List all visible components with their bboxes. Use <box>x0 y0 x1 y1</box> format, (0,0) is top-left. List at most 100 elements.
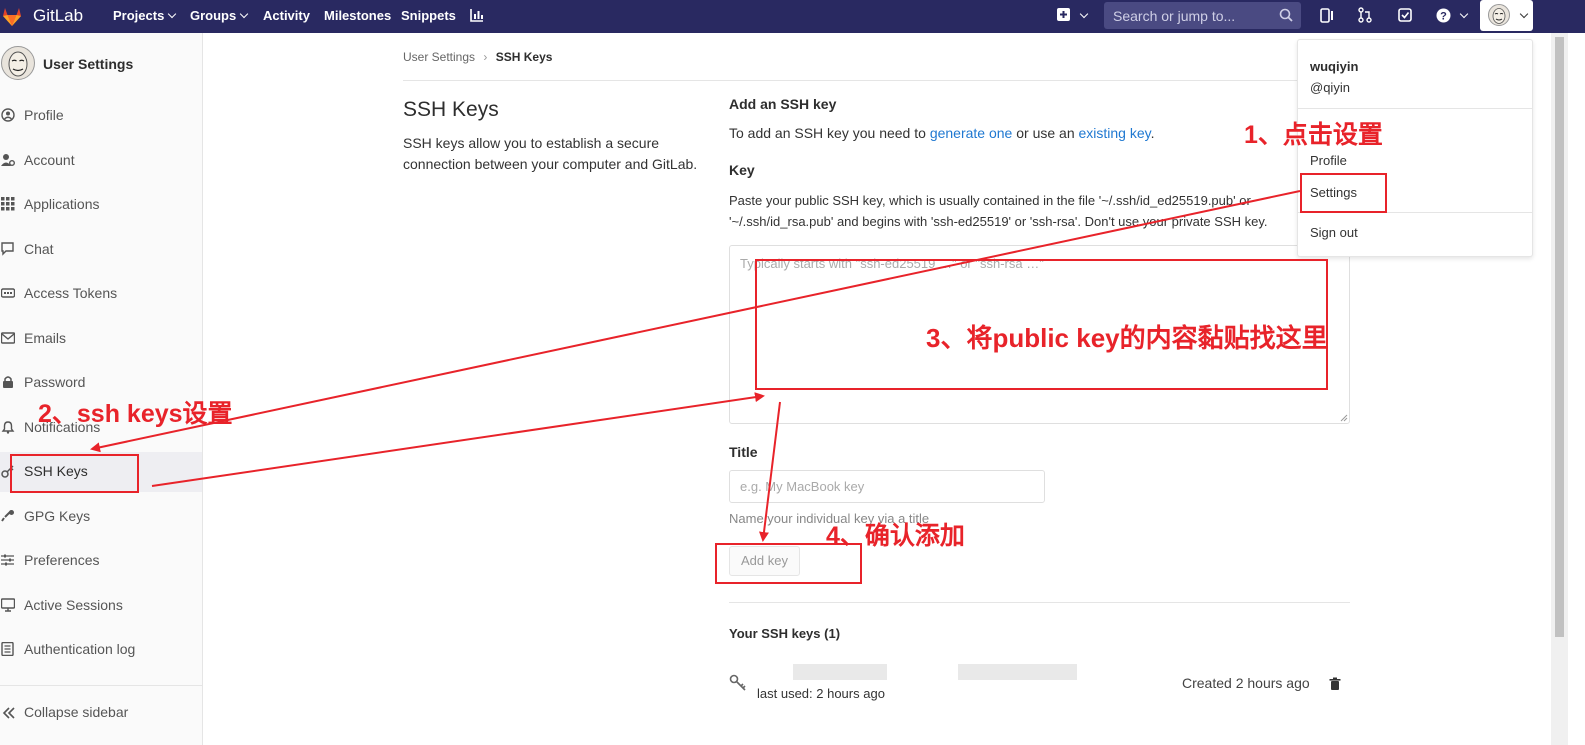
user-circle-icon <box>1 108 15 122</box>
sidebar-item-label: Active Sessions <box>24 597 123 613</box>
page-description: SSH keys allow you to establish a secure… <box>403 135 698 172</box>
chevron-down-icon <box>1519 9 1529 19</box>
page-title: SSH Keys <box>403 98 499 121</box>
sidebar-item-profile[interactable]: Profile <box>0 96 202 136</box>
avatar <box>1 46 35 80</box>
sidebar-item-applications[interactable]: Applications <box>0 185 202 225</box>
annotation-step-2: 2、ssh keys设置 <box>38 400 233 428</box>
sidebar-item-gpg-keys[interactable]: GPG Keys <box>0 497 202 537</box>
top-navbar: GitLab Projects Groups Activity Mileston… <box>0 0 1585 33</box>
key-icon <box>1 510 14 522</box>
breadcrumb: User Settings › SSH Keys <box>403 50 552 64</box>
nav-projects[interactable]: Projects <box>113 8 177 23</box>
grid-icon <box>1 197 15 211</box>
monitor-icon <box>1 598 15 612</box>
log-icon <box>1 642 14 656</box>
token-icon <box>1 288 15 298</box>
add-key-intro: To add an SSH key you need to generate o… <box>729 125 1155 141</box>
breadcrumb-current[interactable]: SSH Keys <box>496 50 553 64</box>
sidebar-item-label: GPG Keys <box>24 508 91 524</box>
collapse-sidebar-button[interactable]: Collapse sidebar <box>0 685 202 745</box>
chat-bubble-icon <box>1 242 14 256</box>
divider <box>403 80 1350 81</box>
search-placeholder: Search or jump to... <box>1113 8 1236 24</box>
add-key-heading: Add an SSH key <box>729 96 837 112</box>
help-icon[interactable]: ? <box>1436 8 1451 23</box>
breadcrumb-separator: › <box>483 50 488 64</box>
sidebar-item-label: Preferences <box>24 552 100 568</box>
brand-name[interactable]: GitLab <box>33 6 83 26</box>
chart-icon[interactable] <box>470 8 484 22</box>
intro-text: . <box>1150 125 1155 141</box>
sidebar-item-authentication-log[interactable]: Authentication log <box>0 630 202 670</box>
gitlab-logo-icon[interactable] <box>0 4 24 28</box>
user-menu-button[interactable] <box>1480 0 1533 31</box>
sidebar-header[interactable]: User Settings <box>0 45 203 85</box>
annotation-box-settings <box>1300 173 1387 213</box>
key-icon <box>729 674 746 691</box>
search-input[interactable]: Search or jump to... <box>1104 2 1301 29</box>
intro-text: To add an SSH key you need to <box>729 125 930 141</box>
chevron-down-icon <box>168 9 177 19</box>
scrollbar-thumb[interactable] <box>1555 37 1564 637</box>
sidebar-item-account[interactable]: Account <box>0 141 202 181</box>
todo-icon[interactable] <box>1398 8 1412 22</box>
settings-sidebar: User Settings Profile Account Applicatio… <box>0 33 203 745</box>
lock-icon <box>3 376 13 388</box>
double-chevron-left-icon <box>2 707 15 719</box>
key-last-used: last used: 2 hours ago <box>757 686 885 701</box>
nav-activity[interactable]: Activity <box>263 8 310 23</box>
annotation-step-1: 1、点击设置 <box>1244 121 1383 149</box>
key-help-text: Paste your public SSH key, which is usua… <box>729 193 1268 229</box>
sidebar-item-label: Access Tokens <box>24 285 118 301</box>
sidebar-item-label: Profile <box>24 107 64 123</box>
merge-request-icon[interactable] <box>1358 7 1372 23</box>
resize-handle-icon[interactable] <box>1340 414 1348 422</box>
trash-icon[interactable] <box>1329 677 1341 691</box>
annotation-step-3: 3、将public key的内容黏贴找这里 <box>926 323 1328 353</box>
search-icon <box>1279 8 1293 22</box>
your-ssh-keys-heading: Your SSH keys (1) <box>729 626 841 641</box>
dropdown-user-name: wuqiyin <box>1310 59 1359 74</box>
sidebar-item-chat[interactable]: Chat <box>0 230 202 270</box>
sidebar-item-label: Authentication log <box>24 641 136 657</box>
issues-icon[interactable] <box>1320 8 1334 24</box>
sidebar-item-label: Chat <box>24 241 54 257</box>
nav-milestones[interactable]: Milestones <box>324 8 391 23</box>
dropdown-item-sign-out[interactable]: Sign out <box>1310 225 1358 240</box>
annotation-step-4: 4、确认添加 <box>826 522 965 550</box>
key-label: Key <box>729 162 755 178</box>
intro-text: or use an <box>1012 125 1079 141</box>
chevron-down-icon <box>1079 9 1089 19</box>
nav-groups[interactable]: Groups <box>190 8 249 23</box>
generate-one-link[interactable]: generate one <box>930 125 1013 141</box>
vertical-scrollbar[interactable] <box>1551 33 1568 745</box>
user-cog-icon <box>1 154 15 166</box>
svg-text:?: ? <box>1440 11 1447 23</box>
sidebar-item-label: Account <box>24 152 75 168</box>
breadcrumb-parent[interactable]: User Settings <box>403 50 475 64</box>
nav-snippets[interactable]: Snippets <box>401 8 456 23</box>
chevron-down-icon <box>239 9 249 19</box>
avatar <box>1488 4 1510 26</box>
sidebar-item-access-tokens[interactable]: Access Tokens <box>0 274 202 314</box>
dropdown-username: @qiyin <box>1310 80 1350 95</box>
sidebar-item-emails[interactable]: Emails <box>0 319 202 359</box>
title-input[interactable]: e.g. My MacBook key <box>729 470 1045 503</box>
sidebar-item-active-sessions[interactable]: Active Sessions <box>0 586 202 626</box>
dropdown-item-profile[interactable]: Profile <box>1310 153 1347 168</box>
plus-square-icon[interactable] <box>1057 8 1071 22</box>
existing-key-link[interactable]: existing key <box>1079 125 1151 141</box>
redacted-fingerprint <box>958 664 1077 680</box>
redacted-key-name <box>793 664 887 680</box>
divider <box>1298 108 1532 109</box>
sliders-icon <box>1 554 14 566</box>
annotation-box-ssh-keys <box>10 454 139 493</box>
divider <box>729 602 1350 603</box>
sidebar-item-preferences[interactable]: Preferences <box>0 541 202 581</box>
title-placeholder: e.g. My MacBook key <box>740 479 865 494</box>
envelope-icon <box>1 332 15 344</box>
collapse-label: Collapse sidebar <box>24 704 129 720</box>
sidebar-item-label: Applications <box>24 196 100 212</box>
bell-icon <box>1 421 15 434</box>
